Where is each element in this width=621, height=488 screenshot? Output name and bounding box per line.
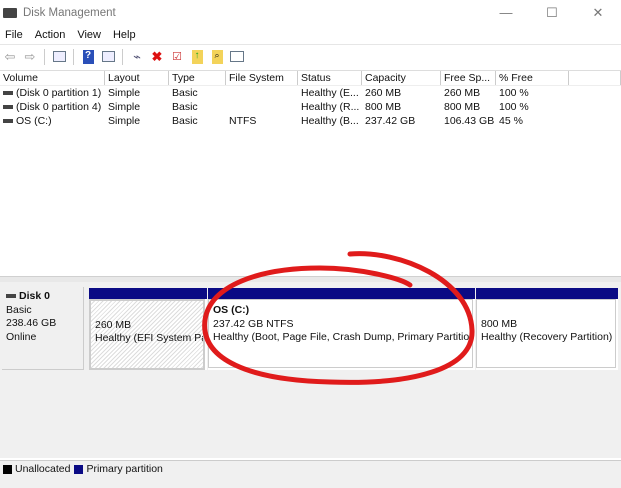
legend-primary: Primary partition [74, 463, 163, 475]
forward-icon[interactable]: ⇨ [22, 49, 38, 65]
cell-file-system [226, 100, 298, 114]
cell-free-space: 260 MB [444, 87, 481, 99]
disk-icon [6, 294, 16, 299]
partition-size: 237.42 GB NTFS [213, 317, 294, 330]
partition-bar [89, 288, 207, 299]
check-icon[interactable]: ☑ [169, 49, 185, 65]
menu-help[interactable]: Help [108, 29, 143, 41]
cell-free-space: 106.43 GB [444, 115, 495, 127]
rescan-icon[interactable]: ↑ [189, 49, 205, 65]
volume-icon [3, 105, 13, 110]
menu-view[interactable]: View [72, 29, 108, 41]
properties-icon[interactable] [229, 49, 245, 65]
column-type[interactable]: Type [169, 71, 226, 85]
close-button[interactable]: ✕ [575, 0, 621, 25]
unallocated-swatch [3, 464, 12, 474]
column-extra[interactable] [569, 71, 621, 85]
partition-bar [208, 288, 475, 299]
partition-status: Healthy (Recovery Partition) [481, 331, 613, 343]
disk-type: Basic [6, 303, 32, 316]
maximize-button[interactable]: ☐ [529, 0, 575, 25]
menu-bar: File Action View Help [0, 25, 143, 44]
partition-size: 800 MB [481, 317, 518, 330]
toolbar-separator [44, 48, 45, 65]
cell-type: Basic [172, 115, 198, 127]
minimize-button[interactable]: — [483, 0, 529, 25]
cell-status: Healthy (R... [301, 101, 360, 113]
volume-list: Volume Layout Type File System Status Ca… [0, 70, 621, 128]
cell-capacity: 800 MB [365, 101, 402, 113]
column-status[interactable]: Status [298, 71, 362, 85]
connect-icon[interactable]: ⌁ [129, 49, 145, 65]
cell-capacity: 237.42 GB [365, 115, 416, 127]
toolbar-separator [122, 48, 123, 65]
column-file-system[interactable]: File System [226, 71, 298, 85]
title-bar: Disk Management — ☐ ✕ [0, 0, 621, 25]
cell-percent-free: 100 % [499, 101, 529, 113]
partition-title: OS (C:) [213, 304, 250, 316]
console-tree-icon[interactable] [51, 49, 67, 65]
disk-0-label[interactable]: Disk 0 Basic 238.46 GB Online [2, 287, 84, 370]
partition-status: Healthy (EFI System Partition) [95, 332, 203, 344]
window-title: Disk Management [23, 6, 116, 19]
delete-icon[interactable]: ✖ [149, 49, 165, 65]
table-row[interactable]: (Disk 0 partition 1) Simple Basic Healthy (… [0, 86, 621, 100]
cell-volume: (Disk 0 partition 4) [0, 100, 105, 114]
table-row[interactable]: (Disk 0 partition 4) Simple Basic Healthy (… [0, 100, 621, 114]
disk-size: 238.46 GB [6, 317, 57, 329]
cell-file-system: NTFS [229, 115, 257, 127]
volume-icon [3, 91, 13, 96]
partition-title [481, 304, 611, 318]
disk-graphical-view: Disk 0 Basic 238.46 GB Online 260 MB Hea… [0, 282, 621, 458]
column-layout[interactable]: Layout [105, 71, 169, 85]
partition-status: Healthy (Boot, Page File, Crash Dump, Pr… [213, 331, 473, 343]
table-row[interactable]: OS (C:) Simple Basic NTFS Healthy (B... 237.4… [0, 114, 621, 128]
partition-efi[interactable]: 260 MB Healthy (EFI System Partition) [89, 288, 207, 370]
column-percent-free[interactable]: % Free [496, 71, 569, 85]
column-free-space[interactable]: Free Sp... [441, 71, 496, 85]
cell-layout: Simple [108, 115, 141, 127]
toolbar: ⇦ ⇨ ? ⌁ ✖ ☑ ↑ ⌕ [0, 44, 621, 68]
cell-layout: Simple [108, 87, 141, 99]
back-icon[interactable]: ⇦ [2, 49, 18, 65]
disk-name: Disk 0 [19, 290, 50, 302]
partition-recovery[interactable]: 800 MB Healthy (Recovery Partition) [476, 288, 618, 370]
menu-file[interactable]: File [0, 29, 30, 41]
cell-percent-free: 45 % [499, 115, 523, 127]
partition-bar [476, 288, 618, 299]
cell-capacity: 260 MB [365, 87, 402, 99]
cell-free-space: 800 MB [444, 101, 481, 113]
search-icon[interactable]: ⌕ [209, 49, 225, 65]
action-pane-icon[interactable] [100, 49, 116, 65]
cell-type: Basic [172, 101, 198, 113]
cell-layout: Simple [108, 101, 141, 113]
column-volume[interactable]: Volume [0, 71, 105, 85]
legend: Unallocated Primary partition [0, 460, 621, 488]
menu-action[interactable]: Action [30, 29, 73, 41]
volume-icon [3, 119, 13, 124]
primary-swatch [74, 464, 84, 474]
disk-management-icon [3, 7, 17, 18]
cell-volume: OS (C:) [0, 114, 105, 128]
partition-os-c[interactable]: OS (C:) 237.42 GB NTFS Healthy (Boot, Pa… [208, 288, 475, 370]
help-icon[interactable]: ? [80, 49, 96, 65]
partition-title [95, 305, 199, 319]
cell-file-system [226, 86, 298, 100]
cell-status: Healthy (E... [301, 87, 359, 99]
toolbar-separator [73, 48, 74, 65]
cell-status: Healthy (B... [301, 115, 359, 127]
column-capacity[interactable]: Capacity [362, 71, 441, 85]
partition-size: 260 MB [95, 318, 132, 331]
cell-type: Basic [172, 87, 198, 99]
disk-status: Online [6, 330, 37, 343]
cell-percent-free: 100 % [499, 87, 529, 99]
legend-unallocated: Unallocated [3, 463, 70, 475]
cell-volume: (Disk 0 partition 1) [0, 86, 105, 100]
